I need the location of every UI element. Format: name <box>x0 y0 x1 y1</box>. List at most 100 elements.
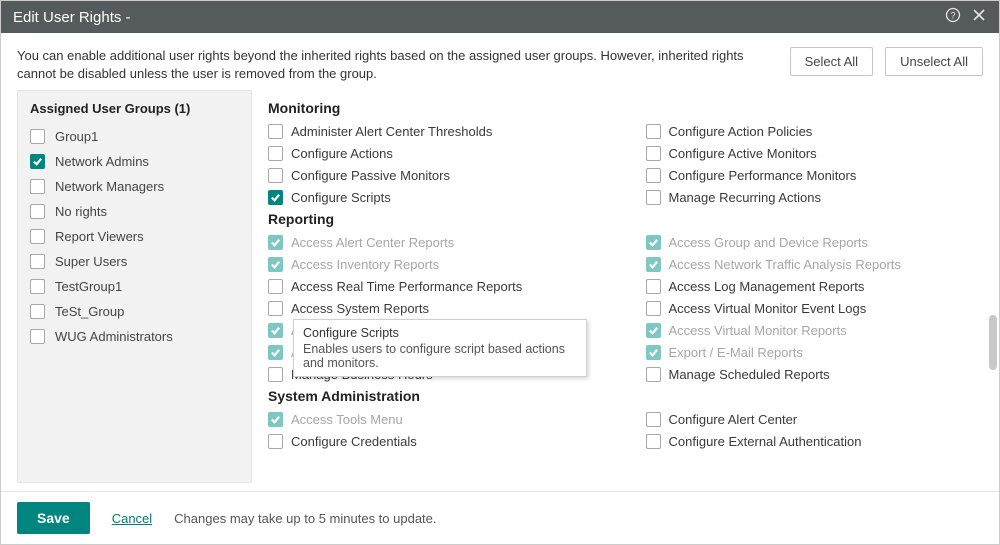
checkbox[interactable] <box>268 257 283 272</box>
right-label: Configure Performance Monitors <box>669 168 857 183</box>
checkbox[interactable] <box>646 279 661 294</box>
checkbox[interactable] <box>30 179 45 194</box>
sidebar-item[interactable]: WUG Administrators <box>24 324 245 349</box>
right-item[interactable]: Access System Reports <box>268 301 606 316</box>
titlebar: Edit User Rights - ? <box>1 1 999 33</box>
right-item[interactable]: Access Log Management Reports <box>646 279 984 294</box>
right-item[interactable]: Configure Passive Monitors <box>268 168 606 183</box>
checkbox[interactable] <box>268 323 283 338</box>
checkbox[interactable] <box>30 229 45 244</box>
right-label: Manage Recurring Actions <box>669 190 821 205</box>
cancel-link[interactable]: Cancel <box>112 511 152 526</box>
checkbox[interactable] <box>646 367 661 382</box>
right-item[interactable]: Access Inventory Reports <box>268 257 606 272</box>
right-label: Access Virtual Monitor Reports <box>669 323 847 338</box>
right-item[interactable]: Configure Action Policies <box>646 124 984 139</box>
section-title: Monitoring <box>268 100 983 116</box>
right-item[interactable]: Access Group and Device Reports <box>646 235 984 250</box>
sidebar-item[interactable]: Network Admins <box>24 149 245 174</box>
scrollbar[interactable] <box>989 180 997 491</box>
checkbox[interactable] <box>30 329 45 344</box>
rights-column: Access Tools Menu Configure Credentials <box>268 412 606 449</box>
checkbox[interactable] <box>30 279 45 294</box>
select-all-button[interactable]: Select All <box>790 47 873 76</box>
help-icon[interactable]: ? <box>945 7 961 27</box>
checkbox[interactable] <box>30 154 45 169</box>
sidebar-item[interactable]: TestGroup1 <box>24 274 245 299</box>
top-buttons: Select All Unselect All <box>790 47 983 76</box>
checkbox[interactable] <box>646 345 661 360</box>
right-label: Configure Active Monitors <box>669 146 817 161</box>
checkbox[interactable] <box>268 146 283 161</box>
checkbox[interactable] <box>268 345 283 360</box>
checkbox[interactable] <box>268 168 283 183</box>
right-item[interactable]: Access Virtual Monitor Reports <box>646 323 984 338</box>
scrollbar-thumb[interactable] <box>989 315 997 370</box>
footer: Save Cancel Changes may take up to 5 min… <box>1 491 999 544</box>
sidebar-item[interactable]: Network Managers <box>24 174 245 199</box>
checkbox[interactable] <box>646 301 661 316</box>
unselect-all-button[interactable]: Unselect All <box>885 47 983 76</box>
checkbox[interactable] <box>30 254 45 269</box>
right-item[interactable]: Access Tools Menu <box>268 412 606 427</box>
checkbox[interactable] <box>30 129 45 144</box>
right-item[interactable]: Manage Scheduled Reports <box>646 367 984 382</box>
checkbox[interactable] <box>646 168 661 183</box>
checkbox[interactable] <box>268 434 283 449</box>
right-item[interactable]: Configure Active Monitors <box>646 146 984 161</box>
checkbox[interactable] <box>646 323 661 338</box>
right-item[interactable]: Export / E-Mail Reports <box>646 345 984 360</box>
dialog-title: Edit User Rights - <box>13 9 131 26</box>
intro-text: You can enable additional user rights be… <box>17 47 774 82</box>
right-label: Configure Actions <box>291 146 393 161</box>
right-label: Access Alert Center Reports <box>291 235 454 250</box>
sidebar-title: Assigned User Groups (1) <box>24 97 245 124</box>
checkbox[interactable] <box>646 190 661 205</box>
right-label: Configure Alert Center <box>669 412 798 427</box>
checkbox[interactable] <box>646 146 661 161</box>
checkbox[interactable] <box>268 190 283 205</box>
checkbox[interactable] <box>268 279 283 294</box>
right-item[interactable]: Administer Alert Center Thresholds <box>268 124 606 139</box>
checkbox[interactable] <box>646 235 661 250</box>
sidebar-item[interactable]: Super Users <box>24 249 245 274</box>
right-item[interactable]: Access Real Time Performance Reports <box>268 279 606 294</box>
right-item[interactable]: Manage Recurring Actions <box>646 190 984 205</box>
right-item[interactable]: Access Alert Center Reports <box>268 235 606 250</box>
right-label: Administer Alert Center Thresholds <box>291 124 492 139</box>
sidebar-item[interactable]: TeSt_Group <box>24 299 245 324</box>
sidebar-item[interactable]: No rights <box>24 199 245 224</box>
checkbox[interactable] <box>646 412 661 427</box>
sidebar-item[interactable]: Report Viewers <box>24 224 245 249</box>
sidebar-item-label: Network Managers <box>55 179 164 194</box>
checkbox[interactable] <box>268 124 283 139</box>
rights-column: Configure Alert Center Configure External… <box>646 412 984 449</box>
right-label: Access Network Traffic Analysis Reports <box>669 257 901 272</box>
sidebar-item-label: Network Admins <box>55 154 149 169</box>
right-item[interactable]: Access Network Traffic Analysis Reports <box>646 257 984 272</box>
rights-pane[interactable]: Monitoring Administer Alert Center Thresh… <box>268 90 983 483</box>
checkbox[interactable] <box>30 304 45 319</box>
footer-note: Changes may take up to 5 minutes to upda… <box>174 511 436 526</box>
checkbox[interactable] <box>646 434 661 449</box>
tooltip-configure-scripts: Configure Scripts Enables users to confi… <box>293 319 587 377</box>
close-icon[interactable] <box>971 7 987 27</box>
edit-user-rights-dialog: Edit User Rights - ? You can enable addi… <box>0 0 1000 545</box>
checkbox[interactable] <box>268 412 283 427</box>
checkbox[interactable] <box>268 235 283 250</box>
save-button[interactable]: Save <box>17 502 90 534</box>
checkbox[interactable] <box>268 301 283 316</box>
right-label: Access Tools Menu <box>291 412 403 427</box>
right-item[interactable]: Access Virtual Monitor Event Logs <box>646 301 984 316</box>
right-item[interactable]: Configure Alert Center <box>646 412 984 427</box>
checkbox[interactable] <box>268 367 283 382</box>
right-item[interactable]: Configure Credentials <box>268 434 606 449</box>
right-item[interactable]: Configure Actions <box>268 146 606 161</box>
checkbox[interactable] <box>646 257 661 272</box>
checkbox[interactable] <box>30 204 45 219</box>
sidebar-item[interactable]: Group1 <box>24 124 245 149</box>
right-item[interactable]: Configure Performance Monitors <box>646 168 984 183</box>
right-item[interactable]: Configure External Authentication <box>646 434 984 449</box>
right-item[interactable]: Configure Scripts <box>268 190 606 205</box>
checkbox[interactable] <box>646 124 661 139</box>
